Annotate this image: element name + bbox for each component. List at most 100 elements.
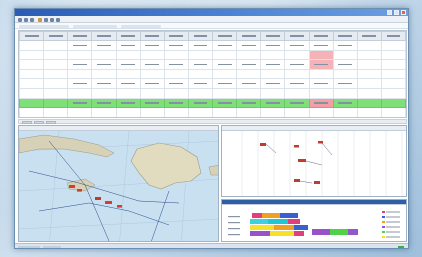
schedule-event[interactable] [294, 145, 299, 148]
table-cell[interactable] [211, 107, 238, 117]
table-row[interactable] [19, 49, 406, 61]
vessel-marker[interactable] [105, 201, 112, 204]
column-header[interactable] [260, 31, 286, 41]
table-cell[interactable] [308, 87, 334, 99]
table-cell[interactable] [260, 68, 286, 80]
table-cell[interactable] [43, 97, 69, 109]
table-cell[interactable] [163, 87, 189, 99]
table-cell[interactable] [260, 40, 286, 51]
table-cell[interactable] [236, 107, 262, 117]
table-cell[interactable] [260, 97, 286, 109]
table-cell[interactable] [43, 107, 69, 117]
table-cell[interactable] [211, 78, 238, 89]
table-cell[interactable] [284, 68, 310, 80]
table-cell[interactable] [19, 59, 45, 70]
close-button[interactable] [401, 10, 406, 15]
table-cell[interactable] [284, 87, 310, 99]
column-header[interactable] [91, 31, 117, 41]
table-cell[interactable] [163, 97, 189, 109]
table-cell[interactable] [380, 40, 406, 51]
table-cell[interactable] [211, 40, 238, 51]
table-cell[interactable] [163, 107, 189, 117]
chart-bar[interactable] [348, 229, 358, 235]
table-cell[interactable] [308, 49, 334, 61]
table-row[interactable] [19, 97, 406, 109]
table-cell[interactable] [260, 49, 286, 61]
table-row[interactable] [19, 68, 406, 80]
table-cell[interactable] [67, 59, 93, 70]
table-cell[interactable] [332, 107, 358, 117]
table-cell[interactable] [380, 59, 406, 70]
column-header[interactable] [115, 31, 141, 41]
table-cell[interactable] [284, 97, 310, 109]
table-cell[interactable] [236, 59, 262, 70]
map-panel[interactable] [18, 125, 219, 242]
maximize-button[interactable] [394, 10, 399, 15]
table-cell[interactable] [67, 49, 93, 61]
utilization-chart-panel[interactable] [221, 199, 407, 242]
column-header[interactable] [332, 31, 358, 41]
chart-bar[interactable] [250, 219, 268, 224]
table-cell[interactable] [260, 78, 286, 89]
table-cell[interactable] [19, 97, 45, 109]
table-cell[interactable] [43, 49, 69, 61]
table-cell[interactable] [19, 87, 45, 99]
column-header[interactable] [236, 31, 262, 41]
table-cell[interactable] [187, 59, 214, 70]
chart-bar[interactable] [250, 225, 274, 230]
table-row[interactable] [19, 87, 406, 99]
table-cell[interactable] [308, 40, 334, 51]
table-cell[interactable] [67, 78, 93, 89]
table-cell[interactable] [332, 59, 358, 70]
table-cell[interactable] [91, 107, 117, 117]
table-cell[interactable] [139, 107, 165, 117]
table-cell[interactable] [236, 49, 262, 61]
table-cell[interactable] [19, 68, 45, 80]
column-header[interactable] [284, 31, 310, 41]
table-cell[interactable] [19, 49, 45, 61]
column-header[interactable] [67, 31, 93, 41]
table-cell[interactable] [356, 107, 382, 117]
table-cell[interactable] [67, 87, 93, 99]
table-cell[interactable] [19, 40, 45, 51]
column-header[interactable] [139, 31, 165, 41]
chart-bar[interactable] [274, 225, 294, 230]
table-cell[interactable] [332, 40, 358, 51]
column-header[interactable] [356, 31, 382, 41]
table-cell[interactable] [356, 97, 382, 109]
table-cell[interactable] [211, 59, 238, 70]
table-cell[interactable] [187, 107, 214, 117]
search-icon[interactable] [50, 17, 54, 22]
print-icon[interactable] [44, 17, 48, 22]
chart-bar[interactable] [294, 225, 308, 230]
table-cell[interactable] [308, 107, 334, 117]
table-cell[interactable] [260, 107, 286, 117]
table-cell[interactable] [187, 78, 214, 89]
table-cell[interactable] [380, 97, 406, 109]
chart-bar[interactable] [294, 231, 304, 236]
table-cell[interactable] [139, 40, 165, 51]
table-cell[interactable] [43, 59, 69, 70]
schedule-panel[interactable] [221, 125, 407, 197]
table-cell[interactable] [284, 40, 310, 51]
table-cell[interactable] [139, 68, 165, 80]
table-cell[interactable] [356, 87, 382, 99]
chart-bar[interactable] [262, 213, 280, 218]
table-cell[interactable] [91, 49, 117, 61]
table-cell[interactable] [115, 78, 141, 89]
table-cell[interactable] [260, 59, 286, 70]
table-row[interactable] [19, 107, 406, 117]
table-cell[interactable] [139, 87, 165, 99]
table-cell[interactable] [115, 68, 141, 80]
table-cell[interactable] [163, 78, 189, 89]
chart-bar[interactable] [312, 229, 330, 235]
table-cell[interactable] [163, 59, 189, 70]
tab-ports[interactable] [46, 121, 56, 124]
column-header[interactable] [43, 31, 69, 41]
table-cell[interactable] [284, 49, 310, 61]
table-cell[interactable] [163, 49, 189, 61]
filter-field[interactable] [121, 24, 161, 28]
table-cell[interactable] [67, 40, 93, 51]
table-cell[interactable] [380, 49, 406, 61]
table-cell[interactable] [187, 49, 214, 61]
